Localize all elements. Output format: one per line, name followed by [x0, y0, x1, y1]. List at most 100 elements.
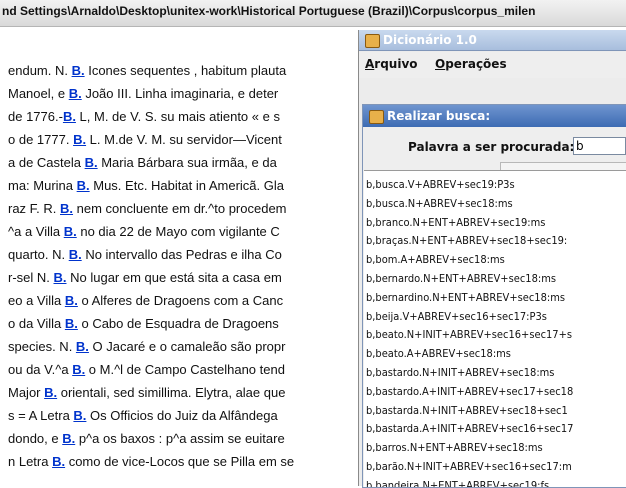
- line-left-context: ^a a Villa: [8, 224, 64, 239]
- line-right-context: no dia 22 de Mayo com vigilante C: [76, 224, 280, 239]
- line-left-context: s = A Letra: [8, 408, 74, 423]
- app-icon: [365, 34, 380, 48]
- concordance-line: de 1776.-B. L, M. de V. S. su mais atien…: [8, 106, 280, 128]
- line-left-context: eo a Villa: [8, 293, 65, 308]
- line-left-context: ma: Murina: [8, 178, 77, 193]
- line-left-context: species. N.: [8, 339, 76, 354]
- line-left-context: r-sel N.: [8, 270, 54, 285]
- line-left-context: de 1776.-: [8, 109, 63, 124]
- line-right-context: o M.^l de Campo Castelhano tend: [85, 362, 285, 377]
- match-link[interactable]: B.: [76, 339, 89, 354]
- line-right-context: o Alferes de Dragoens com a Canc: [77, 293, 284, 308]
- menu-operacoes[interactable]: Operações: [435, 57, 507, 71]
- match-link[interactable]: B.: [69, 86, 82, 101]
- line-right-context: o Cabo de Esquadra de Dragoens: [77, 316, 279, 331]
- match-link[interactable]: B.: [72, 362, 85, 377]
- line-right-context: L, M. de V. S. su mais atiento « e s: [75, 109, 280, 124]
- line-left-context: o de 1777.: [8, 132, 74, 147]
- line-right-context: como de vice-Locos que se Pilla em se: [65, 454, 295, 469]
- result-item[interactable]: b,branco.N+ENT+ABREV+sec19:ms: [366, 213, 545, 232]
- result-item[interactable]: b,bastardo.A+INIT+ABREV+sec17+sec18: [366, 382, 573, 401]
- menu-bar: Arquivo Operações: [359, 52, 626, 78]
- concordance-line: ma: Murina B. Mus. Etc. Habitat in Ameri…: [8, 175, 284, 197]
- result-item[interactable]: b,bandeira.N+ENT+ABREV+sec19:fs: [366, 476, 549, 487]
- result-item[interactable]: b,bernardo.N+ENT+ABREV+sec18:ms: [366, 269, 556, 288]
- match-link[interactable]: B.: [73, 408, 86, 423]
- concordance-line: Manoel, e B. João III. Linha imaginaria,…: [8, 83, 278, 105]
- line-right-context: orientali, sed simillima. Elytra, alae q…: [57, 385, 286, 400]
- document-path: nd Settings\Arnaldo\Desktop\unitex-work\…: [2, 4, 536, 18]
- concordance-line: dondo, e B. p^a os baxos : p^a assim se …: [8, 428, 285, 450]
- line-left-context: o da Villa: [8, 316, 65, 331]
- search-input[interactable]: [573, 137, 626, 155]
- result-item[interactable]: b,busca.V+ABREV+sec19:P3s: [366, 175, 515, 194]
- match-link[interactable]: B.: [62, 431, 75, 446]
- result-item[interactable]: b,barão.N+INIT+ABREV+sec16+sec17:m: [366, 457, 572, 476]
- match-link[interactable]: B.: [65, 316, 78, 331]
- line-right-context: Icones sequentes , habitum plauta: [84, 63, 287, 78]
- concordance-line: Major B. orientali, sed simillima. Elytr…: [8, 382, 285, 404]
- line-left-context: Manoel, e: [8, 86, 69, 101]
- line-left-context: endum. N.: [8, 63, 72, 78]
- concordance-document[interactable]: endum. N. B. Icones sequentes , habitum …: [0, 60, 358, 486]
- result-item[interactable]: b,bastardo.N+INIT+ABREV+sec18:ms: [366, 363, 554, 382]
- match-link[interactable]: B.: [64, 224, 77, 239]
- match-link[interactable]: B.: [85, 155, 98, 170]
- result-item[interactable]: b,beato.N+INIT+ABREV+sec16+sec17+s: [366, 325, 572, 344]
- concordance-line: endum. N. B. Icones sequentes , habitum …: [8, 60, 286, 82]
- line-right-context: p^a os baxos : p^a assim se euitare: [75, 431, 285, 446]
- search-dialog-title-bar[interactable]: Realizar busca:: [363, 105, 626, 127]
- match-link[interactable]: B.: [72, 63, 85, 78]
- concordance-line: eo a Villa B. o Alferes de Dragoens com …: [8, 290, 283, 312]
- result-item[interactable]: b,bom.A+ABREV+sec18:ms: [366, 250, 505, 269]
- line-right-context: No lugar em que está sita a casa em: [66, 270, 282, 285]
- line-right-context: O Jacaré e o camaleão são propr: [88, 339, 286, 354]
- concordance-line: o de 1777. B. L. M.de V. M. su servidor—…: [8, 129, 282, 151]
- concordance-line: s = A Letra B. Os Officios do Juiz da Al…: [8, 405, 278, 427]
- match-link[interactable]: B.: [77, 178, 90, 193]
- match-link[interactable]: B.: [65, 293, 78, 308]
- document-title-bar: nd Settings\Arnaldo\Desktop\unitex-work\…: [0, 0, 626, 27]
- concordance-line: n Letra B. como de vice-Locos que se Pil…: [8, 451, 294, 473]
- menu-arquivo[interactable]: Arquivo: [365, 57, 418, 71]
- line-right-context: Os Officios do Juiz da Alfândega: [86, 408, 278, 423]
- concordance-line: o da Villa B. o Cabo de Esquadra de Drag…: [8, 313, 279, 335]
- results-list[interactable]: b,busca.V+ABREV+sec19:P3s b,busca.N+ABREV…: [364, 170, 626, 487]
- line-right-context: L. M.de V. M. su servidor—Vicent: [86, 132, 282, 147]
- dictionary-title: Dicionário 1.0: [383, 33, 477, 47]
- match-link[interactable]: B.: [54, 270, 67, 285]
- result-item[interactable]: b,busca.N+ABREV+sec18:ms: [366, 194, 513, 213]
- line-right-context: Mus. Etc. Habitat in Americã. Gla: [89, 178, 284, 193]
- line-left-context: n Letra: [8, 454, 53, 469]
- match-link[interactable]: B.: [44, 385, 57, 400]
- line-left-context: Major: [8, 385, 45, 400]
- result-item[interactable]: b,bastarda.N+INIT+ABREV+sec18+sec1: [366, 401, 568, 420]
- dictionary-title-bar[interactable]: Dicionário 1.0: [359, 30, 626, 51]
- result-item[interactable]: b,bastarda.A+INIT+ABREV+sec16+sec17: [366, 419, 573, 438]
- line-left-context: a de Castela: [8, 155, 85, 170]
- line-right-context: Maria Bárbara sua irmãa, e da: [97, 155, 277, 170]
- line-left-context: quarto. N.: [8, 247, 69, 262]
- concordance-line: quarto. N. B. No intervallo das Pedras e…: [8, 244, 282, 266]
- line-left-context: raz F. R.: [8, 201, 61, 216]
- concordance-line: ^a a Villa B. no dia 22 de Mayo com vigi…: [8, 221, 280, 243]
- dialog-icon: [369, 110, 384, 124]
- search-label: Palavra a ser procurada:: [408, 140, 575, 154]
- line-right-context: No intervallo das Pedras e ilha Co: [81, 247, 282, 262]
- match-link[interactable]: B.: [73, 132, 86, 147]
- match-link[interactable]: B.: [52, 454, 65, 469]
- result-item[interactable]: b,bernardino.N+ENT+ABREV+sec18:ms: [366, 288, 565, 307]
- result-item[interactable]: b,beato.A+ABREV+sec18:ms: [366, 344, 511, 363]
- match-link[interactable]: B.: [63, 109, 76, 124]
- line-left-context: ou da V.^a: [8, 362, 73, 377]
- match-link[interactable]: B.: [69, 247, 82, 262]
- match-link[interactable]: B.: [60, 201, 73, 216]
- search-dialog-title: Realizar busca:: [387, 109, 491, 123]
- result-item[interactable]: b,barros.N+ENT+ABREV+sec18:ms: [366, 438, 543, 457]
- line-right-context: João III. Linha imaginaria, e deter: [81, 86, 279, 101]
- result-item[interactable]: b,beija.V+ABREV+sec16+sec17:P3s: [366, 307, 547, 326]
- result-item[interactable]: b,braças.N+ENT+ABREV+sec18+sec19:: [366, 231, 567, 250]
- concordance-line: species. N. B. O Jacaré e o camaleão são…: [8, 336, 285, 358]
- line-right-context: nem concluente em dr.^to procedem: [73, 201, 287, 216]
- concordance-line: raz F. R. B. nem concluente em dr.^to pr…: [8, 198, 287, 220]
